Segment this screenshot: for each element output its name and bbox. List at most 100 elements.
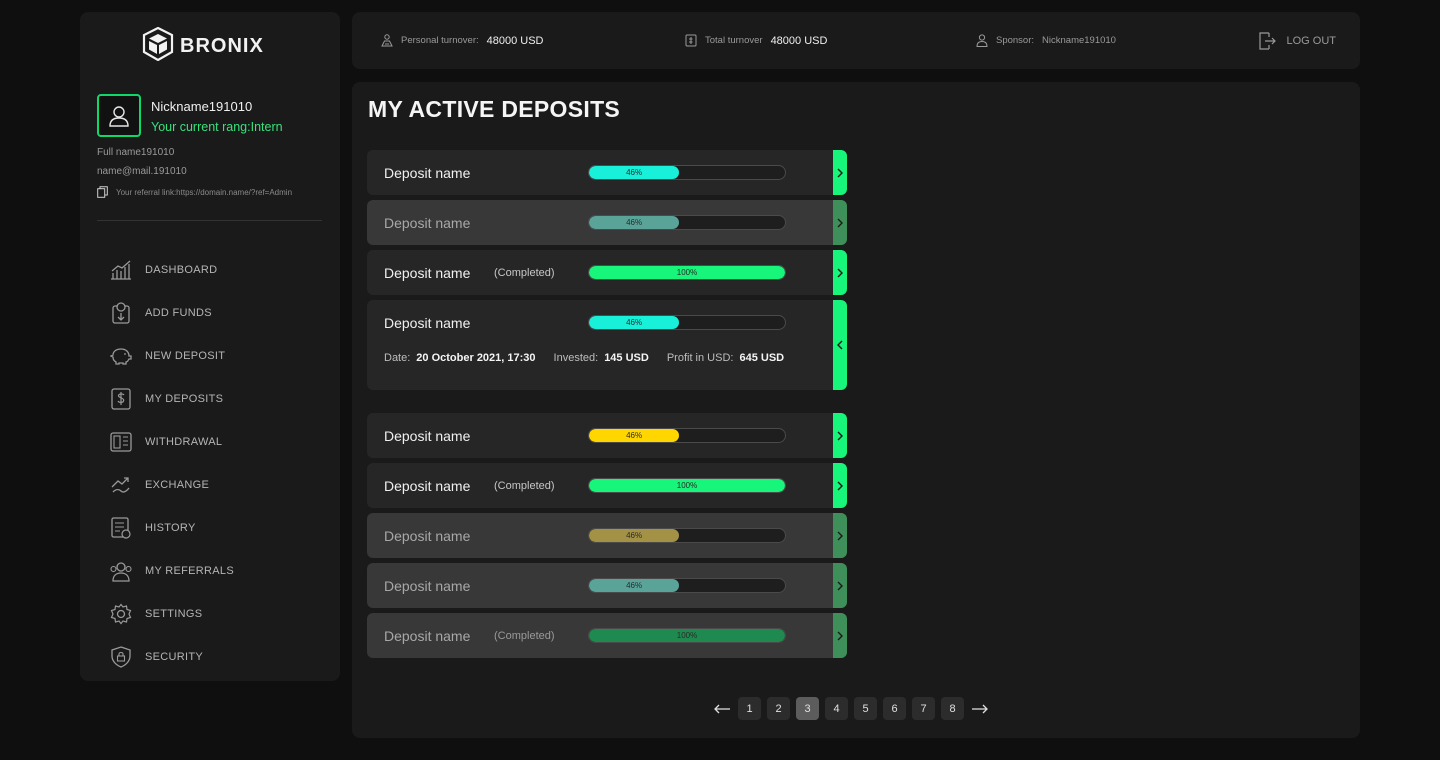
sidebar-item-label: ADD FUNDS xyxy=(145,306,212,319)
expand-tab[interactable] xyxy=(833,463,847,508)
logout-label: LOG OUT xyxy=(1286,34,1336,47)
sidebar-item-withdrawal[interactable]: WITHDRAWAL xyxy=(109,420,319,463)
sidebar-item-new-deposit[interactable]: NEW DEPOSIT xyxy=(109,334,319,377)
chevron-right-icon xyxy=(837,218,843,227)
sidebar-item-label: NEW DEPOSIT xyxy=(145,349,226,362)
deposit-name: Deposit name xyxy=(384,627,471,644)
expand-tab[interactable] xyxy=(833,250,847,295)
expand-tab[interactable] xyxy=(833,613,847,658)
total-turnover-value: 48000 USD xyxy=(770,34,828,47)
chevron-right-icon xyxy=(837,581,843,590)
deposit-name: Deposit name xyxy=(384,577,471,594)
deposit-progress-bar: 46% xyxy=(588,315,786,330)
sidebar-item-security[interactable]: SECURITY xyxy=(109,635,319,678)
page-button[interactable]: 8 xyxy=(941,697,964,720)
deposit-row[interactable]: Deposit name (Completed) 100% xyxy=(367,463,847,508)
piggy-bank-icon xyxy=(109,344,133,368)
sidebar-item-settings[interactable]: SETTINGS xyxy=(109,592,319,635)
referral-link[interactable]: Your referral link:https://domain.name/?… xyxy=(97,186,292,198)
sidebar-item-my-deposits[interactable]: MY DEPOSITS xyxy=(109,377,319,420)
sidebar-item-label: SECURITY xyxy=(145,650,204,663)
profile-full-name: Full name191010 xyxy=(97,147,175,158)
sidebar-item-label: MY REFERRALS xyxy=(145,564,234,577)
deposit-row[interactable]: Deposit name 46% xyxy=(367,563,847,608)
deposit-row[interactable]: Deposit name (Completed) 100% xyxy=(367,613,847,658)
person-chart-icon xyxy=(381,34,393,47)
sponsor: Sponsor: Nickname191010 xyxy=(976,12,1116,69)
sidebar-item-add-funds[interactable]: ADD FUNDS xyxy=(109,291,319,334)
chevron-left-icon xyxy=(837,340,843,350)
expand-tab[interactable] xyxy=(833,150,847,195)
date-value: 20 October 2021, 17:30 xyxy=(416,352,536,364)
progress-label: 100% xyxy=(676,268,698,277)
chevron-right-icon xyxy=(837,431,843,440)
sponsor-label: Sponsor: xyxy=(996,35,1035,46)
progress-label: 46% xyxy=(626,531,643,540)
deposit-name: Deposit name xyxy=(384,477,471,494)
page-title: MY ACTIVE DEPOSITS xyxy=(368,96,621,122)
chevron-right-icon xyxy=(837,481,843,490)
date-label: Date: xyxy=(384,352,411,364)
page-button[interactable]: 7 xyxy=(912,697,935,720)
sidebar-item-dashboard[interactable]: DASHBOARD xyxy=(109,248,319,291)
brand-name: BRONIX xyxy=(180,34,264,57)
top-bar: Personal turnover: 48000 USD Total turno… xyxy=(352,12,1360,69)
avatar[interactable] xyxy=(97,94,141,137)
bronix-logo-icon xyxy=(142,26,174,66)
page-button[interactable]: 4 xyxy=(825,697,848,720)
deposit-status: (Completed) xyxy=(494,266,555,279)
profit-label: Profit in USD: xyxy=(666,352,734,364)
sidebar-item-label: HISTORY xyxy=(145,521,196,534)
page-button[interactable]: 2 xyxy=(767,697,790,720)
deposit-row[interactable]: Deposit name 46% xyxy=(367,413,847,458)
deposit-row[interactable]: Deposit name 46% Date: 20 October 2021, 17:… xyxy=(367,300,847,390)
sidebar-item-history[interactable]: HISTORY xyxy=(109,506,319,549)
logo[interactable]: BRONIX xyxy=(142,26,264,66)
logout-button[interactable]: LOG OUT xyxy=(1258,12,1336,69)
deposit-row[interactable]: Deposit name 46% xyxy=(367,200,847,245)
progress-label: 46% xyxy=(626,431,643,440)
deposit-row[interactable]: Deposit name 46% xyxy=(367,150,847,195)
arrow-left-icon xyxy=(714,704,730,713)
pagination: 12345678 xyxy=(712,697,990,720)
invested-value: 145 USD xyxy=(604,352,649,364)
page-button[interactable]: 1 xyxy=(738,697,761,720)
progress-label: 100% xyxy=(676,481,698,490)
shield-icon xyxy=(109,645,133,669)
total-turnover: Total turnover 48000 USD xyxy=(685,12,827,69)
main-panel: MY ACTIVE DEPOSITS Deposit name 46% Deposi… xyxy=(352,82,1360,738)
deposit-progress-bar: 46% xyxy=(588,578,786,593)
personal-turnover-value: 48000 USD xyxy=(486,34,544,47)
referrals-icon xyxy=(109,559,133,583)
sidebar-item-label: SETTINGS xyxy=(145,607,203,620)
deposit-status: (Completed) xyxy=(494,479,555,492)
copy-icon[interactable] xyxy=(97,186,108,198)
progress-label: 100% xyxy=(676,631,698,640)
sidebar-item-label: EXCHANGE xyxy=(145,478,210,491)
money-bag-icon xyxy=(685,34,697,47)
wallet-icon xyxy=(109,430,133,454)
deposit-row[interactable]: Deposit name 46% xyxy=(367,513,847,558)
collapse-tab[interactable] xyxy=(833,300,847,390)
chevron-right-icon xyxy=(837,531,843,540)
expand-tab[interactable] xyxy=(833,513,847,558)
expand-tab[interactable] xyxy=(833,413,847,458)
prev-page-arrow[interactable] xyxy=(712,697,732,720)
chevron-right-icon xyxy=(837,631,843,640)
sponsor-value: Nickname191010 xyxy=(1042,35,1116,46)
sidebar-item-label: WITHDRAWAL xyxy=(145,435,223,448)
chevron-right-icon xyxy=(837,168,843,177)
expand-tab[interactable] xyxy=(833,563,847,608)
sidebar-item-my-referrals[interactable]: MY REFERRALS xyxy=(109,549,319,592)
dollar-icon xyxy=(109,387,133,411)
deposit-row[interactable]: Deposit name (Completed) 100% xyxy=(367,250,847,295)
history-icon xyxy=(109,516,133,540)
page-button[interactable]: 3 xyxy=(796,697,819,720)
deposit-name: Deposit name xyxy=(384,264,471,281)
page-button[interactable]: 5 xyxy=(854,697,877,720)
expand-tab[interactable] xyxy=(833,200,847,245)
page-button[interactable]: 6 xyxy=(883,697,906,720)
logout-icon xyxy=(1259,31,1277,50)
sidebar-item-exchange[interactable]: EXCHANGE xyxy=(109,463,319,506)
next-page-arrow[interactable] xyxy=(970,697,990,720)
